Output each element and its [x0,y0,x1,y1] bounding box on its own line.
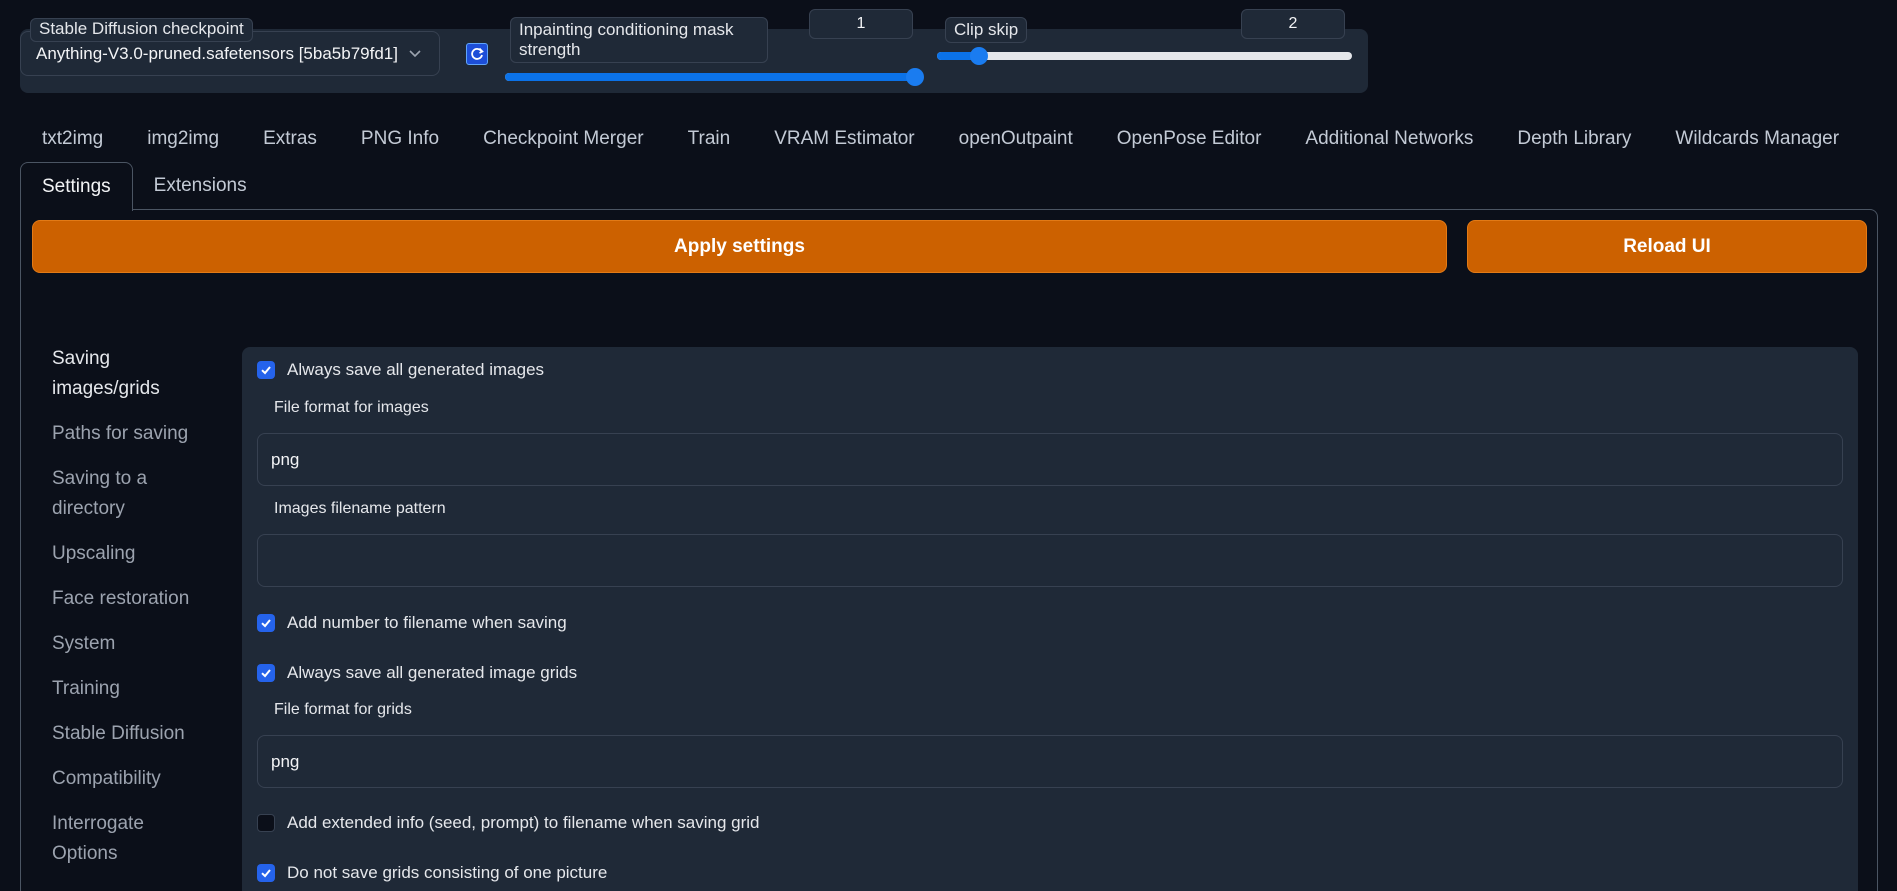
sidebar-item-face-restoration[interactable]: Face restoration [52,584,202,614]
checkbox-unchecked-icon [257,814,275,832]
clip-skip-label: Clip skip [945,17,1028,43]
checkbox-label: Always save all generated image grids [287,663,578,682]
refresh-icon [471,47,484,60]
tab-png-info[interactable]: PNG Info [339,124,461,154]
tab-checkpoint-merger[interactable]: Checkpoint Merger [461,124,666,154]
add-extended-info-checkbox[interactable]: Add extended info (seed, prompt) to file… [257,813,760,833]
slider-track [937,52,1352,60]
file-format-grids-input[interactable]: png [257,735,1843,788]
checkbox-label: Add extended info (seed, prompt) to file… [287,813,760,832]
filename-pattern-input[interactable] [257,534,1843,587]
tab-extras[interactable]: Extras [241,124,339,154]
sidebar-item-stable-diffusion[interactable]: Stable Diffusion [52,719,202,749]
checkbox-label: Do not save grids consisting of one pict… [287,863,608,882]
tab-train[interactable]: Train [666,124,753,154]
reload-ui-button[interactable]: Reload UI [1467,220,1867,273]
file-format-images-input[interactable]: png [257,433,1843,486]
sidebar-item-compatibility[interactable]: Compatibility [52,764,202,794]
checkbox-checked-icon [257,361,275,379]
sidebar-item-paths-for-saving[interactable]: Paths for saving [52,419,202,449]
no-single-grids-checkbox[interactable]: Do not save grids consisting of one pict… [257,863,607,883]
checkpoint-label: Stable Diffusion checkpoint [30,18,253,42]
tab-wildcards-manager[interactable]: Wildcards Manager [1653,124,1861,154]
refresh-checkpoints-button[interactable] [466,43,488,65]
tab-openpose-editor[interactable]: OpenPose Editor [1095,124,1284,154]
tab-additional-networks[interactable]: Additional Networks [1283,124,1495,154]
settings-sidebar: Saving images/grids Paths for saving Sav… [52,344,202,869]
apply-settings-button[interactable]: Apply settings [32,220,1447,273]
sidebar-item-system[interactable]: System [52,629,202,659]
checkbox-checked-icon [257,864,275,882]
always-save-grids-checkbox[interactable]: Always save all generated image grids [257,663,577,683]
tab-img2img[interactable]: img2img [125,124,241,154]
slider-thumb[interactable] [969,47,988,65]
filename-pattern-label: Images filename pattern [274,500,446,517]
slider-thumb[interactable] [906,68,924,86]
file-format-grids-label: File format for grids [274,701,412,718]
tab-openoutpaint[interactable]: openOutpaint [937,124,1095,154]
file-format-images-label: File format for images [274,399,429,416]
tab-extensions[interactable]: Extensions [133,162,268,210]
checkbox-label: Add number to filename when saving [287,613,567,632]
main-tabs: txt2img img2img Extras PNG Info Checkpoi… [20,124,1861,154]
always-save-images-checkbox[interactable]: Always save all generated images [257,360,544,380]
tab-txt2img[interactable]: txt2img [20,124,125,154]
checkbox-checked-icon [257,664,275,682]
checkpoint-value: Anything-V3.0-pruned.safetensors [5ba5b7… [36,43,398,63]
mask-strength-input[interactable]: 1 [809,9,913,39]
slider-fill [505,73,915,81]
clip-skip-slider[interactable] [937,47,1352,65]
clip-skip-input[interactable]: 2 [1241,9,1345,39]
saving-settings-card: Always save all generated images File fo… [242,347,1858,891]
checkbox-checked-icon [257,614,275,632]
sidebar-item-saving-images-grids[interactable]: Saving images/grids [52,344,202,404]
sidebar-item-interrogate-options[interactable]: Interrogate Options [52,809,202,869]
tab-depth-library[interactable]: Depth Library [1495,124,1653,154]
chevron-down-icon [409,50,421,58]
sidebar-item-saving-to-directory[interactable]: Saving to a directory [52,464,202,524]
add-number-checkbox[interactable]: Add number to filename when saving [257,613,567,633]
checkbox-label: Always save all generated images [287,360,545,379]
sidebar-item-training[interactable]: Training [52,674,202,704]
secondary-tabs: Settings Extensions [20,162,268,211]
tab-settings[interactable]: Settings [20,162,133,211]
sidebar-item-upscaling[interactable]: Upscaling [52,539,202,569]
mask-strength-slider[interactable] [505,68,924,86]
mask-strength-label: Inpainting conditioning mask strength [510,17,768,63]
tab-vram-estimator[interactable]: VRAM Estimator [752,124,936,154]
